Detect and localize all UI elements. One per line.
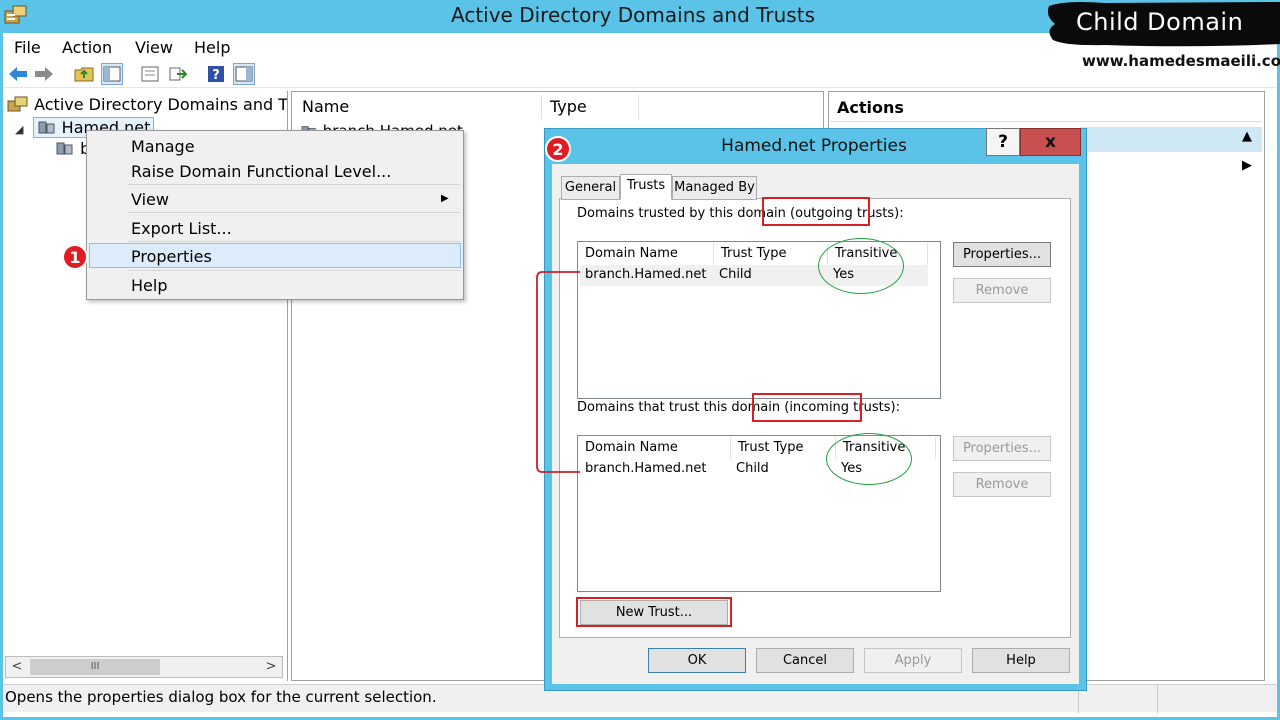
menu-item-export-list[interactable]: Export List... [131,219,232,238]
tree-root-item[interactable]: Active Directory Domains and T [7,95,287,114]
actions-section-header[interactable]: ▲ [1080,127,1262,152]
incoming-domain-name: branch.Hamed.net [585,461,707,476]
column-header-type[interactable]: Type [542,95,639,119]
tree-root-label: Active Directory Domains and T [34,95,287,114]
help-button[interactable]: Help [972,648,1070,673]
column-header-domain-name[interactable]: Domain Name [578,437,731,459]
outgoing-properties-button[interactable]: Properties... [953,242,1051,267]
menu-help[interactable]: Help [194,38,230,57]
column-header-domain-name[interactable]: Domain Name [578,243,714,265]
incoming-properties-button[interactable]: Properties... [953,436,1051,461]
menu-separator [128,212,460,213]
submenu-arrow-icon: ▶ [441,193,449,204]
scrollbar-thumb[interactable]: III [30,659,160,675]
tree-child-item[interactable]: b [55,139,90,158]
menu-item-help[interactable]: Help [131,276,167,295]
annotation-box-outgoing [762,197,870,226]
show-hide-console-tree-icon[interactable] [101,63,123,85]
ok-button[interactable]: OK [648,648,746,673]
tab-general[interactable]: General [561,176,620,200]
dialog-close-button[interactable]: x [1020,128,1081,156]
menu-separator [128,270,460,271]
help-icon[interactable]: ? [205,63,227,85]
domain-icon [38,121,55,134]
watermark-title: Child Domain [1076,8,1244,36]
actions-title: Actions [830,94,1262,122]
outgoing-trust-type: Child [719,267,752,282]
menu-separator [128,241,460,242]
status-text: Opens the properties dialog box for the … [5,688,437,706]
annotation-ring-outgoing-transitive [818,238,904,294]
collapse-up-icon[interactable]: ▲ [1242,129,1252,144]
annotation-box-incoming [752,393,862,422]
annotation-ring-incoming-transitive [826,433,912,485]
ad-domains-icon [7,96,28,112]
more-actions-arrow-icon[interactable]: ▶ [1242,158,1252,173]
scroll-right-icon[interactable]: > [261,658,281,676]
export-list-icon[interactable] [139,63,161,85]
tab-trusts[interactable]: Trusts [620,174,672,200]
domain-icon [56,142,73,155]
apply-button[interactable]: Apply [864,648,962,673]
dialog-help-button[interactable]: ? [986,128,1020,156]
outgoing-domain-name: branch.Hamed.net [585,267,707,282]
expand-triangle-icon[interactable]: ◢ [15,123,23,136]
menu-item-view[interactable]: View [131,190,169,209]
menu-separator [128,184,460,185]
step-badge-1: 1 [62,244,88,270]
annotation-bracket [536,271,580,473]
column-header-trust-type[interactable]: Trust Type [714,243,828,265]
tab-managed-by[interactable]: Managed By [672,176,757,200]
up-folder-icon[interactable] [73,63,95,85]
column-header-trust-type[interactable]: Trust Type [731,437,836,459]
menu-file[interactable]: File [14,38,41,57]
menu-item-raise-functional-level[interactable]: Raise Domain Functional Level... [131,162,391,181]
export-arrow-icon[interactable] [167,63,189,85]
menu-action[interactable]: Action [62,38,112,57]
svg-text:?: ? [212,68,220,83]
column-header-name[interactable]: Name [294,95,542,119]
cancel-button[interactable]: Cancel [756,648,854,673]
scroll-left-icon[interactable]: < [7,658,27,676]
watermark-url: www.hamedesmaeili.com [1082,52,1280,70]
menu-item-properties[interactable]: Properties [131,247,212,266]
tree-horizontal-scrollbar[interactable]: < III > [5,656,283,678]
menu-item-manage[interactable]: Manage [131,137,195,156]
incoming-trust-type: Child [736,461,769,476]
menu-view[interactable]: View [135,38,173,57]
outgoing-remove-button[interactable]: Remove [953,278,1051,303]
back-arrow-icon[interactable] [7,63,29,85]
annotation-box-new-trust [576,597,732,627]
show-hide-action-pane-icon[interactable] [233,63,255,85]
forward-arrow-icon[interactable] [33,63,55,85]
incoming-remove-button[interactable]: Remove [953,472,1051,497]
